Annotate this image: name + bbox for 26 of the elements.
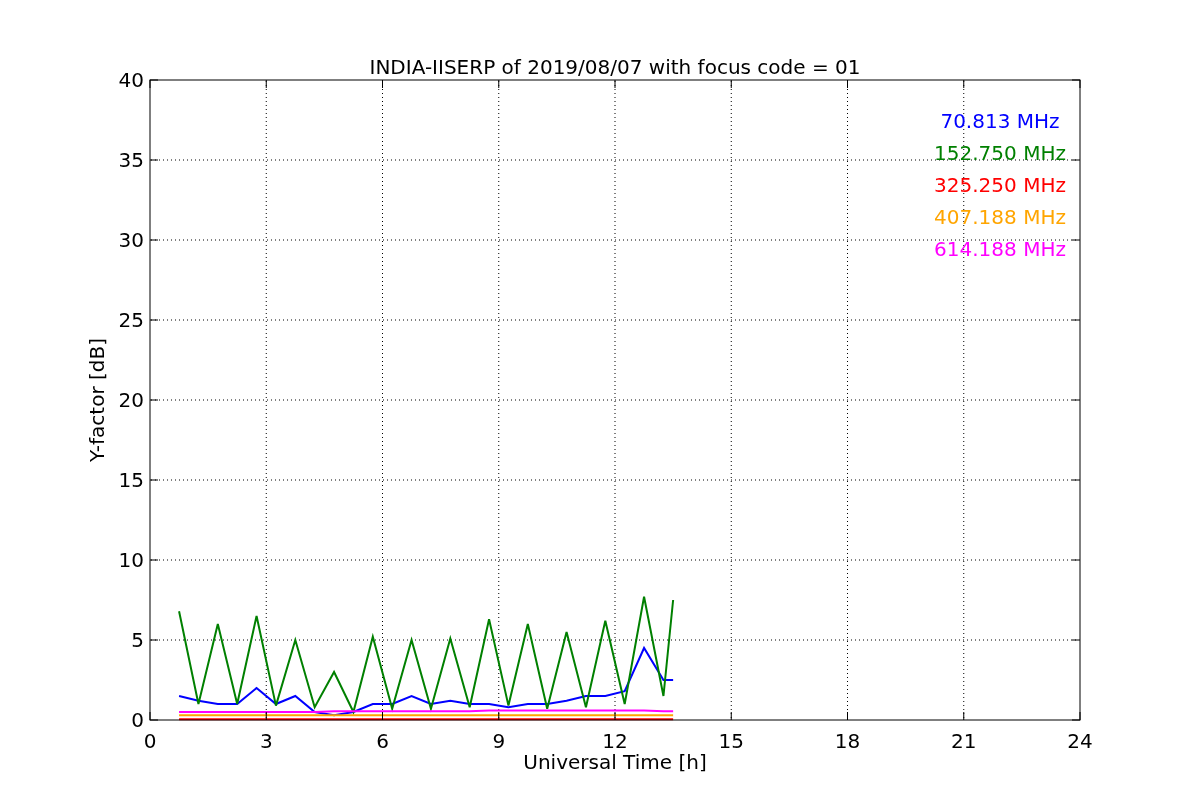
chart-title: INDIA-IISERP of 2019/08/07 with focus code = 01 (369, 55, 861, 79)
y-tick-label: 10 (118, 548, 144, 572)
legend-label: 407.188 MHz (934, 205, 1066, 229)
x-tick-label: 21 (951, 729, 977, 753)
y-tick-label: 0 (131, 708, 144, 732)
x-tick-label: 0 (143, 729, 157, 753)
x-tick-label: 24 (1067, 729, 1093, 753)
y-tick-label: 25 (118, 308, 144, 332)
y-tick-label: 40 (118, 68, 144, 92)
y-tick-label: 20 (118, 388, 144, 412)
y-tick-label: 5 (131, 628, 144, 652)
x-tick-label: 3 (259, 729, 273, 753)
x-tick-label: 18 (834, 729, 861, 753)
y-tick-label: 35 (118, 148, 144, 172)
x-tick-label: 6 (376, 729, 389, 753)
legend-label: 70.813 MHz (940, 109, 1060, 133)
x-tick-label: 9 (492, 729, 506, 753)
legend-label: 152.750 MHz (934, 141, 1066, 165)
x-axis-label: Universal Time [h] (523, 750, 707, 774)
y-tick-label: 15 (118, 468, 144, 492)
x-tick-label: 12 (602, 729, 628, 753)
y-tick-label: 30 (118, 228, 144, 252)
y-axis-label: Y-factor [dB] (85, 338, 109, 462)
legend-label: 325.250 MHz (934, 173, 1066, 197)
legend-label: 614.188 MHz (934, 237, 1066, 261)
x-tick-label: 15 (718, 729, 744, 753)
